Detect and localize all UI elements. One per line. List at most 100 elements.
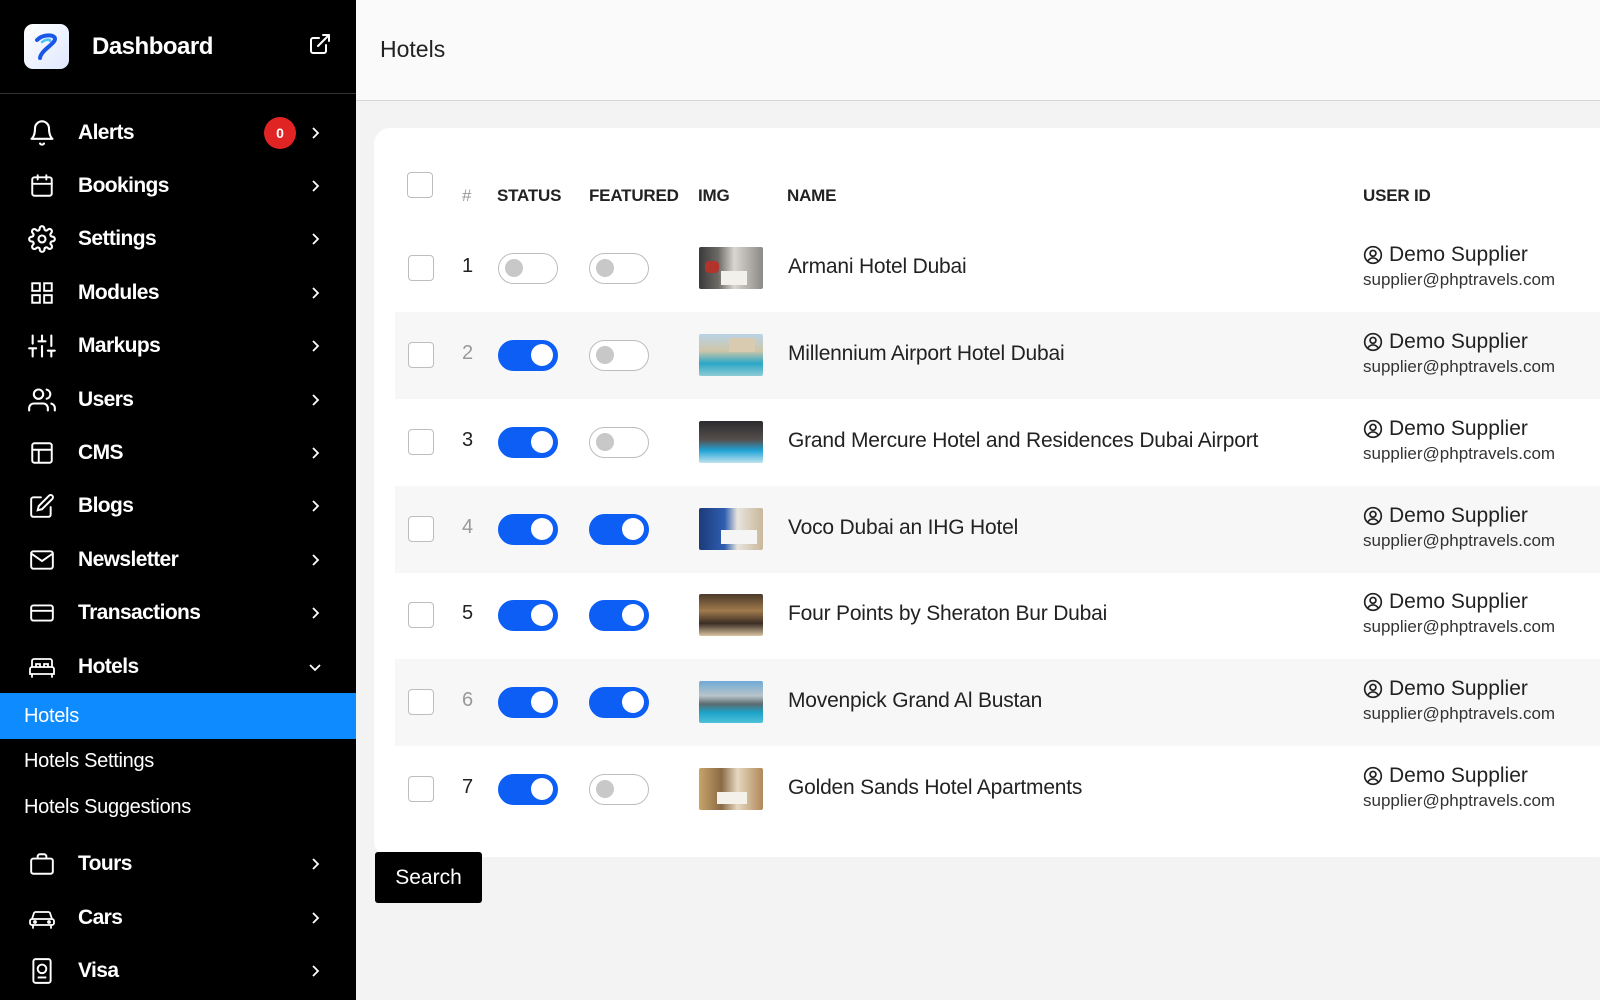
featured-toggle[interactable] (589, 340, 649, 371)
table-row: 7 Golden Sands Hotel Apartments Demo Sup… (395, 746, 1600, 833)
hotel-thumbnail[interactable] (699, 594, 763, 636)
hotel-thumbnail[interactable] (699, 421, 763, 463)
chevron-right-icon (308, 499, 322, 513)
bed-icon (28, 653, 56, 681)
sidebar-item-blogs[interactable]: Blogs (0, 480, 356, 533)
page-title: Hotels (380, 36, 446, 62)
submenu-item-hotels-settings[interactable]: Hotels Settings (0, 739, 356, 785)
sidebar-item-label: Alerts (78, 120, 135, 144)
sidebar-item-bookings[interactable]: Bookings (0, 159, 356, 212)
column-header-featured[interactable]: FEATURED (589, 186, 679, 206)
row-checkbox[interactable] (408, 776, 434, 802)
sidebar-item-newsletter[interactable]: Newsletter (0, 533, 356, 586)
brand-title[interactable]: Dashboard (92, 33, 213, 61)
hotel-thumbnail[interactable] (699, 334, 763, 376)
status-toggle[interactable] (498, 514, 558, 545)
chevron-right-icon (308, 606, 322, 620)
user-name: Demo Supplier (1389, 764, 1528, 787)
hotel-thumbnail[interactable] (699, 508, 763, 550)
row-number: 1 (462, 255, 474, 277)
sidebar-item-label: Cars (78, 905, 123, 929)
row-checkbox[interactable] (408, 255, 434, 281)
sidebar-item-modules[interactable]: Modules (0, 266, 356, 319)
row-checkbox[interactable] (408, 602, 434, 628)
column-header-status[interactable]: STATUS (497, 186, 561, 206)
hotel-name[interactable]: Millennium Airport Hotel Dubai (788, 342, 1065, 366)
user-email: supplier@phptravels.com (1363, 357, 1556, 376)
sidebar-item-tours[interactable]: Tours (0, 838, 356, 891)
grid-icon (28, 279, 56, 307)
credit-card-icon (28, 599, 56, 627)
users-icon (28, 386, 56, 414)
sidebar-item-users[interactable]: Users (0, 373, 356, 426)
featured-toggle[interactable] (589, 600, 649, 631)
sidebar-item-label: Newsletter (78, 547, 179, 571)
status-toggle[interactable] (498, 340, 558, 371)
user-email: supplier@phptravels.com (1363, 791, 1556, 810)
row-checkbox[interactable] (408, 342, 434, 368)
sidebar-item-visa[interactable]: Visa (0, 945, 356, 998)
sidebar-item-label: CMS (78, 441, 123, 465)
sidebar-item-transactions[interactable]: Transactions (0, 587, 356, 640)
sidebar-item-hotels[interactable]: Hotels (0, 640, 356, 693)
table-row: 2 Millennium Airport Hotel Dubai Demo Su… (395, 312, 1600, 399)
column-header-user-id[interactable]: USER ID (1363, 186, 1431, 206)
hotel-name[interactable]: Voco Dubai an IHG Hotel (788, 516, 1018, 540)
chevron-down-icon (308, 660, 322, 674)
user-email: supplier@phptravels.com (1363, 531, 1556, 550)
featured-toggle[interactable] (589, 514, 649, 545)
user-cell: Demo Supplier supplier@phptravels.com (1363, 417, 1555, 464)
alerts-count-badge: 0 (264, 116, 296, 149)
hotel-name[interactable]: Golden Sands Hotel Apartments (788, 776, 1082, 800)
hotel-thumbnail[interactable] (699, 247, 763, 289)
featured-toggle[interactable] (589, 427, 649, 458)
sidebar-item-settings[interactable]: Settings (0, 213, 356, 266)
status-toggle[interactable] (498, 687, 558, 718)
hotel-thumbnail[interactable] (699, 681, 763, 723)
featured-toggle[interactable] (589, 253, 649, 284)
row-checkbox[interactable] (408, 429, 434, 455)
featured-toggle[interactable] (589, 774, 649, 805)
chevron-right-icon (308, 126, 322, 140)
submenu-item-hotels[interactable]: Hotels (0, 693, 356, 739)
row-checkbox[interactable] (408, 689, 434, 715)
row-checkbox[interactable] (408, 516, 434, 542)
hotel-name[interactable]: Grand Mercure Hotel and Residences Dubai… (788, 429, 1258, 453)
external-link-icon[interactable] (308, 32, 332, 56)
status-toggle[interactable] (498, 774, 558, 805)
sidebar-item-alerts[interactable]: Alerts 0 (0, 106, 356, 159)
row-number: 2 (462, 342, 474, 364)
row-number: 5 (462, 602, 474, 624)
table-row: 6 Movenpick Grand Al Bustan Demo Supplie… (395, 659, 1600, 746)
hotel-thumbnail[interactable] (699, 768, 763, 810)
bell-icon (28, 119, 56, 147)
sidebar: Dashboard Alerts 0 Bookings Settings Mod… (0, 0, 356, 1000)
sidebar-item-label: Hotels (78, 654, 139, 678)
hotel-name[interactable]: Four Points by Sheraton Bur Dubai (788, 602, 1107, 626)
sidebar-item-label: Visa (78, 959, 119, 983)
submenu-item-hotels-suggestions[interactable]: Hotels Suggestions (0, 784, 356, 830)
user-name: Demo Supplier (1389, 417, 1528, 440)
featured-toggle[interactable] (589, 687, 649, 718)
hotel-name[interactable]: Armani Hotel Dubai (788, 255, 967, 279)
search-button[interactable]: Search (375, 852, 482, 903)
column-header-name[interactable]: NAME (787, 186, 836, 206)
user-name: Demo Supplier (1389, 330, 1528, 353)
select-all-checkbox[interactable] (407, 172, 433, 198)
sidebar-nav-secondary: Tours Cars Visa (0, 838, 356, 998)
user-cell: Demo Supplier supplier@phptravels.com (1363, 677, 1555, 724)
status-toggle[interactable] (498, 253, 558, 284)
status-toggle[interactable] (498, 427, 558, 458)
mail-icon (28, 546, 56, 574)
sidebar-item-cms[interactable]: CMS (0, 426, 356, 479)
hotel-name[interactable]: Movenpick Grand Al Bustan (788, 689, 1042, 713)
sidebar-item-cars[interactable]: Cars (0, 891, 356, 944)
sidebar-item-label: Bookings (78, 174, 169, 198)
app-logo[interactable] (24, 24, 69, 69)
hotels-table-card: # STATUS FEATURED IMG NAME USER ID 1 Arm… (374, 128, 1600, 857)
user-cell: Demo Supplier supplier@phptravels.com (1363, 504, 1555, 551)
status-toggle[interactable] (498, 600, 558, 631)
sidebar-item-markups[interactable]: Markups (0, 320, 356, 373)
user-cell: Demo Supplier supplier@phptravels.com (1363, 590, 1555, 637)
sidebar-item-label: Users (78, 387, 134, 411)
